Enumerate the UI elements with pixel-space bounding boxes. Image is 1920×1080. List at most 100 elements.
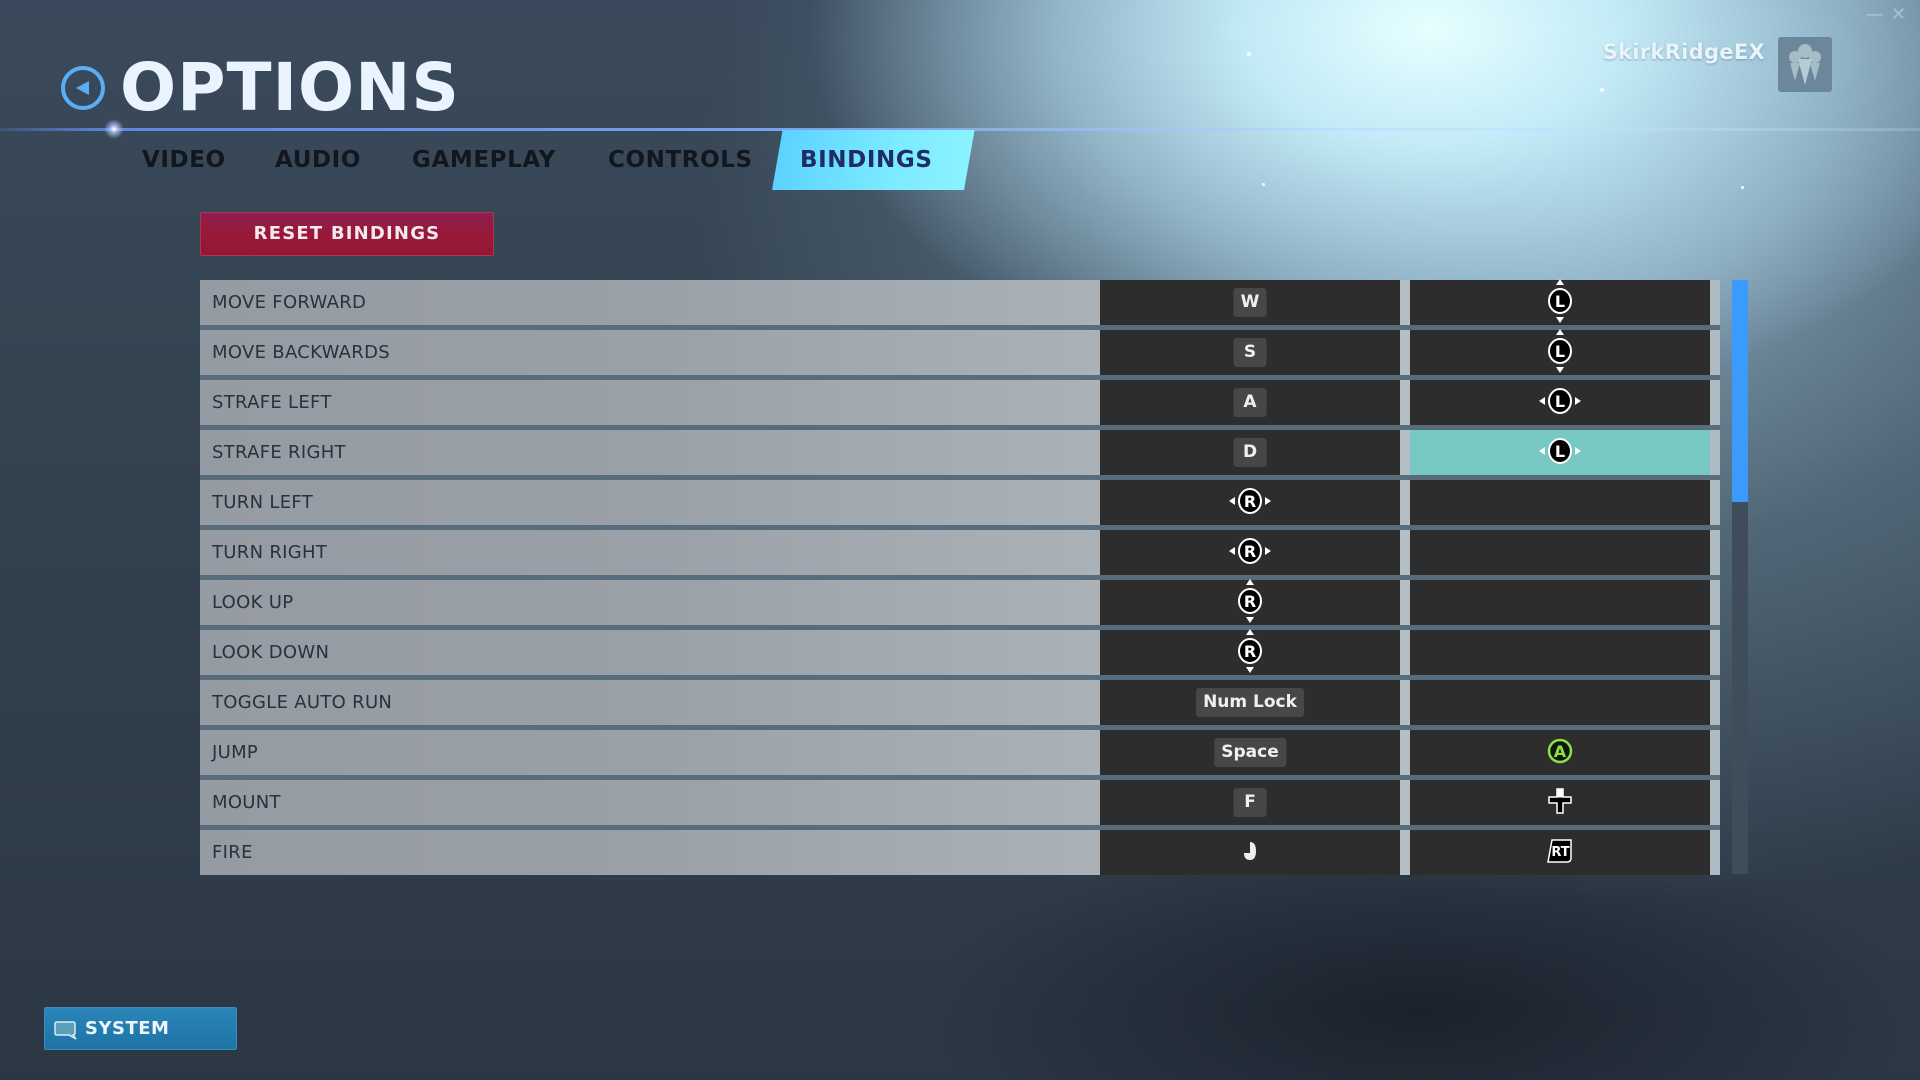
secondary-binding-cell[interactable]: RT xyxy=(1410,830,1710,875)
keycap: W xyxy=(1233,288,1267,317)
svg-text:L: L xyxy=(1555,292,1565,311)
action-cell: MOUNT xyxy=(200,780,1100,825)
action-label: STRAFE LEFT xyxy=(212,392,332,413)
background-sparkle xyxy=(1741,186,1744,189)
tab-controls[interactable]: CONTROLS xyxy=(608,130,753,190)
column-separator xyxy=(1400,330,1410,375)
binding-row[interactable]: STRAFE LEFT A L xyxy=(200,380,1720,425)
action-label: TURN LEFT xyxy=(212,492,313,513)
column-separator xyxy=(1400,730,1410,775)
column-separator xyxy=(1400,780,1410,825)
action-cell: FIRE xyxy=(200,830,1100,875)
action-cell: STRAFE LEFT xyxy=(200,380,1100,425)
secondary-binding-cell[interactable]: L xyxy=(1410,278,1710,325)
row-endcap xyxy=(1710,830,1720,875)
primary-binding-cell[interactable]: R xyxy=(1100,480,1400,525)
secondary-binding-cell[interactable] xyxy=(1410,480,1710,525)
row-endcap xyxy=(1710,330,1720,375)
keycap: Space xyxy=(1214,738,1286,767)
secondary-binding-cell[interactable]: L xyxy=(1410,328,1710,375)
binding-row[interactable]: MOVE BACKWARDS S L xyxy=(200,328,1720,375)
background-sparkle xyxy=(1262,183,1265,186)
secondary-binding-cell[interactable] xyxy=(1410,580,1710,625)
avatar[interactable] xyxy=(1778,37,1832,92)
row-endcap xyxy=(1710,780,1720,825)
svg-text:RT: RT xyxy=(1551,845,1569,860)
secondary-binding-cell[interactable] xyxy=(1410,630,1710,675)
action-cell: LOOK UP xyxy=(200,580,1100,625)
binding-row[interactable]: TURN LEFT R xyxy=(200,480,1720,525)
row-endcap xyxy=(1710,430,1720,475)
binding-row[interactable]: LOOK DOWN R xyxy=(200,628,1720,675)
minimize-button[interactable]: — xyxy=(1866,4,1884,25)
tab-gameplay[interactable]: GAMEPLAY xyxy=(412,130,556,190)
left-stick-down-icon: L xyxy=(1547,327,1573,379)
keycap: Num Lock xyxy=(1196,688,1304,717)
action-cell: TOGGLE AUTO RUN xyxy=(200,680,1100,725)
primary-binding-cell[interactable]: R xyxy=(1100,530,1400,575)
secondary-binding-cell[interactable] xyxy=(1410,530,1710,575)
right-stick-vertical-icon: R xyxy=(1237,627,1263,679)
left-mouse-button-icon xyxy=(1242,839,1258,867)
reset-bindings-button[interactable]: RESET BINDINGS xyxy=(200,212,494,256)
action-label: FIRE xyxy=(212,842,253,863)
secondary-binding-cell[interactable] xyxy=(1410,680,1710,725)
row-endcap xyxy=(1710,680,1720,725)
svg-text:R: R xyxy=(1244,492,1256,511)
binding-row[interactable]: STRAFE RIGHT D L xyxy=(200,430,1720,475)
primary-binding-cell[interactable]: R xyxy=(1100,578,1400,625)
binding-row[interactable]: TURN RIGHT R xyxy=(200,530,1720,575)
action-cell: MOVE FORWARD xyxy=(200,280,1100,325)
binding-row[interactable]: JUMP Space A xyxy=(200,730,1720,775)
svg-text:R: R xyxy=(1244,542,1256,561)
tab-video[interactable]: VIDEO xyxy=(142,130,226,190)
action-label: MOVE FORWARD xyxy=(212,292,367,313)
action-label: JUMP xyxy=(212,742,259,763)
username: SkirkRidgeEX xyxy=(1602,40,1765,64)
tab-audio[interactable]: AUDIO xyxy=(275,130,361,190)
svg-text:R: R xyxy=(1244,642,1256,661)
scrollbar-thumb[interactable] xyxy=(1732,280,1748,502)
binding-row[interactable]: LOOK UP R xyxy=(200,578,1720,625)
background-sparkle xyxy=(1600,88,1604,92)
column-separator xyxy=(1400,530,1410,575)
rt-trigger-icon: RT xyxy=(1546,838,1574,868)
action-label: MOVE BACKWARDS xyxy=(212,342,390,363)
action-label: TOGGLE AUTO RUN xyxy=(212,692,393,713)
page-title: OPTIONS xyxy=(120,49,460,126)
action-cell: STRAFE RIGHT xyxy=(200,430,1100,475)
row-endcap xyxy=(1710,730,1720,775)
primary-binding-cell[interactable]: S xyxy=(1100,330,1400,375)
column-separator xyxy=(1400,630,1410,675)
primary-binding-cell[interactable]: A xyxy=(1100,380,1400,425)
close-button[interactable]: ✕ xyxy=(1891,4,1906,25)
secondary-binding-cell[interactable]: A xyxy=(1410,730,1710,775)
binding-row[interactable]: TOGGLE AUTO RUN Num Lock xyxy=(200,680,1720,725)
svg-text:L: L xyxy=(1555,442,1565,461)
primary-binding-cell[interactable] xyxy=(1100,830,1400,875)
row-endcap xyxy=(1710,480,1720,525)
background-sparkle xyxy=(1247,52,1251,56)
system-button[interactable]: SYSTEM xyxy=(44,1007,237,1050)
secondary-binding-cell[interactable]: L xyxy=(1410,430,1710,475)
back-button[interactable] xyxy=(61,66,105,110)
secondary-binding-cell[interactable]: L xyxy=(1410,380,1710,425)
primary-binding-cell[interactable]: R xyxy=(1100,628,1400,675)
a-button-icon: A xyxy=(1546,737,1574,769)
tab-bindings[interactable]: BINDINGS xyxy=(800,130,932,190)
svg-text:L: L xyxy=(1555,392,1565,411)
primary-binding-cell[interactable]: D xyxy=(1100,430,1400,475)
primary-binding-cell[interactable]: Space xyxy=(1100,730,1400,775)
action-cell: TURN LEFT xyxy=(200,480,1100,525)
primary-binding-cell[interactable]: W xyxy=(1100,280,1400,325)
action-cell: MOVE BACKWARDS xyxy=(200,330,1100,375)
binding-row[interactable]: FIRE RT xyxy=(200,830,1720,875)
primary-binding-cell[interactable]: Num Lock xyxy=(1100,680,1400,725)
binding-row[interactable]: MOVE FORWARD W L xyxy=(200,278,1720,325)
secondary-binding-cell[interactable] xyxy=(1410,780,1710,825)
dpad-up-icon xyxy=(1547,787,1573,819)
keycap: F xyxy=(1233,788,1267,817)
binding-row[interactable]: MOUNT F xyxy=(200,780,1720,825)
right-stick-vertical-icon: R xyxy=(1237,577,1263,629)
primary-binding-cell[interactable]: F xyxy=(1100,780,1400,825)
